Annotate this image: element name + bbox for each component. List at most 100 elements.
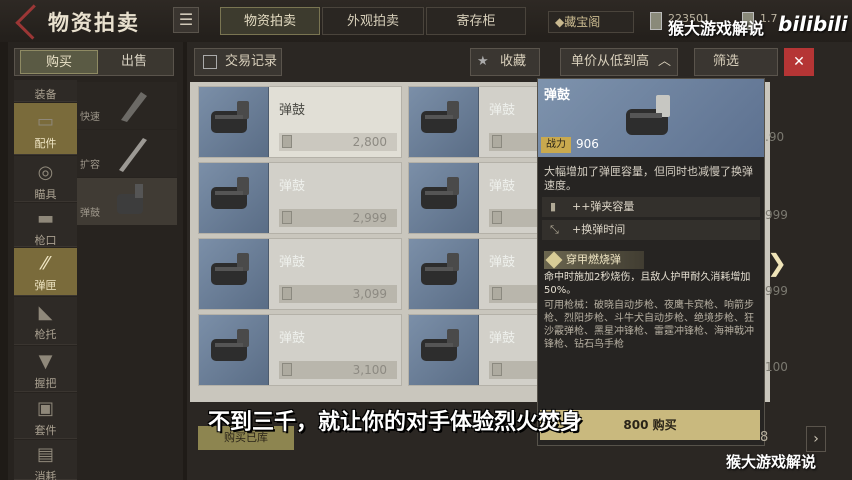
partial-price: .90 — [765, 130, 785, 144]
item-name: 弹鼓 — [279, 179, 306, 194]
subitem-extended[interactable]: 扩容 — [77, 130, 177, 177]
category-magazine[interactable]: ⁄⁄ 弹匣 — [14, 248, 77, 296]
currency-icon — [282, 135, 292, 148]
video-subtitle: 不到三千，就让你的对手体验烈火焚身 — [208, 410, 583, 435]
item-card[interactable]: 弹鼓 3,099 — [198, 238, 402, 310]
favorite-label: 收藏 — [499, 54, 526, 69]
currency-icon — [650, 12, 662, 30]
category-label: 套件 — [34, 424, 57, 437]
ammo-tag: 穿甲燃烧弹 — [544, 251, 644, 269]
currency-icon — [492, 135, 502, 148]
tab-appearance-auction[interactable]: 外观拍卖 — [322, 7, 424, 35]
sort-dropdown[interactable]: 单价从低到高 ︿ — [560, 48, 678, 76]
category-muzzle[interactable]: ▬ 枪口 — [14, 203, 77, 247]
sell-tab[interactable]: 出售 — [98, 50, 170, 74]
power-value: 906 — [576, 137, 599, 151]
chevron-right-icon[interactable]: ❯ — [767, 249, 787, 277]
filter-label: 筛选 — [712, 54, 739, 69]
consumable-icon: ▤ — [36, 444, 54, 465]
item-card[interactable]: 弹鼓 3,100 — [198, 314, 402, 386]
kit-icon: ▣ — [36, 398, 54, 419]
item-detail-popup: 弹鼓 战力 906 大幅增加了弹匣容量，但同时也减慢了换弹速度。 ▮ ++弹夹容… — [537, 78, 765, 446]
tag-icon — [545, 251, 563, 269]
drum-magazine-icon — [211, 253, 249, 285]
item-price: 2,999 — [279, 209, 397, 227]
filter-button[interactable]: 筛选 — [694, 48, 778, 76]
attr-row: ▮ ++弹夹容量 — [542, 197, 760, 217]
trade-records-button[interactable]: 交易记录 — [194, 48, 282, 76]
subitem-drum[interactable]: 弹鼓 — [77, 178, 177, 225]
item-price: 2,800 — [279, 133, 397, 151]
item-name: 弹鼓 — [489, 331, 516, 346]
extended-magazine-icon — [119, 138, 147, 172]
close-icon[interactable]: ✕ — [784, 48, 814, 76]
category-grip[interactable]: ▼ 握把 — [14, 346, 77, 392]
subitem-quick[interactable]: 快速 — [77, 82, 177, 129]
tab-item-auction[interactable]: 物资拍卖 — [220, 7, 320, 35]
item-card[interactable]: 弹鼓 2,999 — [198, 162, 402, 234]
category-label: 枪口 — [34, 234, 57, 247]
page-number: 8 — [760, 430, 769, 445]
records-icon — [203, 55, 217, 69]
category-label: 弹匣 — [34, 279, 57, 292]
compatible-guns: 可用枪械：破晓自动步枪、夜鹰卡宾枪、响箭步枪、烈阳步枪、斗牛犬自动步枪、绝境步枪… — [544, 300, 754, 350]
currency-icon — [282, 211, 292, 224]
muzzle-icon: ▬ — [36, 208, 54, 229]
next-page-button[interactable]: › — [806, 426, 826, 452]
item-name: 弹鼓 — [279, 331, 306, 346]
currency-icon — [492, 287, 502, 300]
watermark-channel: 猴大游戏解说 — [668, 19, 765, 38]
category-label: 枪托 — [34, 328, 57, 341]
item-name: 弹鼓 — [279, 255, 306, 270]
detail-header: 弹鼓 战力 906 — [538, 79, 764, 157]
category-attachment[interactable]: ▭ 配件 — [14, 103, 77, 155]
item-price: 3,100 — [279, 361, 397, 379]
item-thumbnail — [199, 87, 269, 157]
item-thumbnail — [409, 315, 479, 385]
item-name: 弹鼓 — [489, 255, 516, 270]
item-thumbnail — [409, 239, 479, 309]
favorite-button[interactable]: ★ 收藏 — [470, 48, 540, 76]
item-price-value: 2,800 — [352, 135, 387, 149]
vault-button[interactable]: ◆藏宝阁 — [548, 11, 634, 33]
subitem-label: 扩容 — [80, 160, 100, 171]
menu-button[interactable]: ☰ — [173, 7, 199, 33]
quick-magazine-icon — [121, 92, 147, 122]
category-equipment[interactable]: 装备 — [14, 80, 77, 102]
currency-icon — [492, 211, 502, 224]
power-label: 战力 — [541, 137, 571, 153]
magazine-icon: ⁄⁄ — [42, 253, 49, 274]
item-thumbnail — [199, 315, 269, 385]
drum-magazine-icon — [211, 101, 249, 133]
item-name: 弹鼓 — [279, 103, 306, 118]
category-label: 瞄具 — [34, 188, 57, 201]
ammo-tag-label: 穿甲燃烧弹 — [566, 253, 621, 266]
item-price-value: 2,999 — [352, 211, 387, 225]
category-scope[interactable]: ◎ 瞄具 — [14, 156, 77, 202]
tab-storage[interactable]: 寄存柜 — [426, 7, 526, 35]
partial-price: 999 — [765, 208, 788, 222]
star-icon: ★ — [477, 54, 489, 69]
subitem-label: 快速 — [80, 112, 100, 123]
drum-magazine-icon — [421, 253, 459, 285]
currency-icon — [282, 363, 292, 376]
category-stock[interactable]: ◣ 枪托 — [14, 297, 77, 345]
drum-magazine-icon — [211, 329, 249, 361]
buy-tab[interactable]: 购买 — [20, 50, 98, 74]
item-price: 3,099 — [279, 285, 397, 303]
partial-price: 999 — [765, 284, 788, 298]
category-kit[interactable]: ▣ 套件 — [14, 393, 77, 439]
attr-row: ⤡ +换弹时间 — [542, 220, 760, 240]
category-consumable[interactable]: ▤ 消耗 — [14, 440, 77, 480]
item-card[interactable]: 弹鼓 2,800 — [198, 86, 402, 158]
chevron-up-icon: ︿ — [657, 54, 671, 69]
item-name: 弹鼓 — [489, 103, 516, 118]
category-label: 握把 — [34, 377, 57, 390]
item-name: 弹鼓 — [489, 179, 516, 194]
drum-magazine-icon — [421, 329, 459, 361]
partial-price: 100 — [765, 360, 788, 374]
category-label: 消耗 — [34, 470, 57, 480]
detail-title: 弹鼓 — [544, 88, 571, 103]
category-label: 配件 — [34, 137, 57, 150]
item-thumbnail — [409, 87, 479, 157]
